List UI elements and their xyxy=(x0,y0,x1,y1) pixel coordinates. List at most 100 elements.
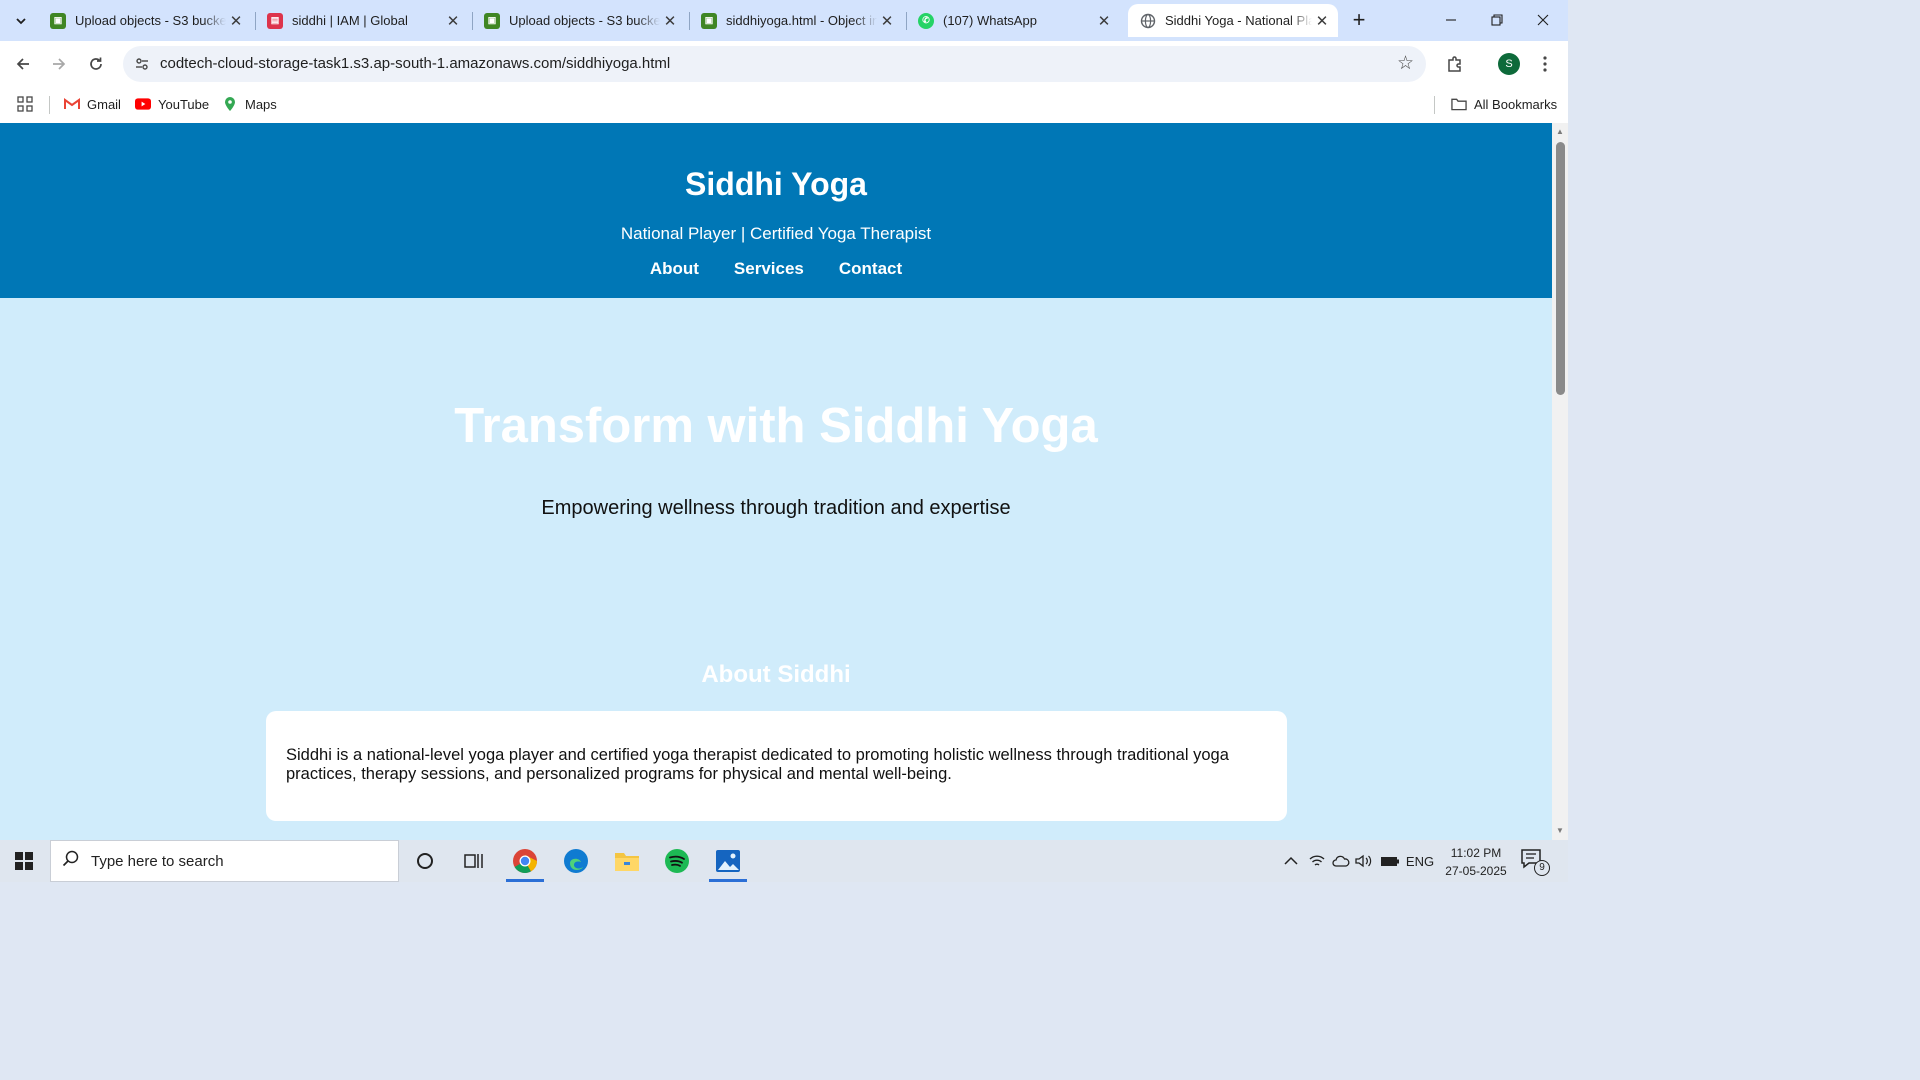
taskbar-edge[interactable] xyxy=(551,840,601,882)
photos-icon xyxy=(716,850,740,872)
system-clock[interactable]: 11:02 PM 27-05-2025 xyxy=(1436,844,1516,880)
close-icon[interactable]: ✕ xyxy=(877,12,897,30)
hero-subtitle: Empowering wellness through tradition an… xyxy=(541,497,1011,519)
chevron-up-icon xyxy=(1284,856,1298,865)
bookmark-label: Gmail xyxy=(87,96,121,112)
taskbar-search-box[interactable]: Type here to search xyxy=(50,840,399,882)
tab-iam[interactable]: ▤ siddhi | IAM | Global ✕ xyxy=(255,4,469,37)
site-title: Siddhi Yoga xyxy=(685,166,867,202)
close-icon[interactable]: ✕ xyxy=(443,12,463,30)
tab-search-button[interactable] xyxy=(7,7,35,35)
address-bar[interactable]: codtech-cloud-storage-task1.s3.ap-south-… xyxy=(123,46,1426,82)
scroll-up-icon[interactable]: ▲ xyxy=(1555,127,1565,137)
tab-title: Upload objects - S3 bucket xyxy=(509,13,660,28)
scroll-down-icon[interactable]: ▼ xyxy=(1555,826,1565,836)
taskbar-chrome[interactable] xyxy=(500,840,550,882)
close-icon[interactable]: ✕ xyxy=(660,12,680,30)
tab-upload-objects-1[interactable]: ▣ Upload objects - S3 bucket ✕ xyxy=(38,4,252,37)
tab-title: Siddhi Yoga - National Player xyxy=(1165,13,1312,28)
profile-avatar[interactable]: S xyxy=(1498,53,1520,75)
about-heading: About Siddhi xyxy=(701,661,851,688)
hero-title: Transform with Siddhi Yoga xyxy=(454,399,1098,453)
close-icon xyxy=(1537,14,1549,26)
url-text: codtech-cloud-storage-task1.s3.ap-south-… xyxy=(160,55,671,72)
nav-link-contact[interactable]: Contact xyxy=(839,259,902,279)
forward-button[interactable] xyxy=(44,49,74,79)
taskbar-file-explorer[interactable] xyxy=(602,840,652,882)
site-subtitle: National Player | Certified Yoga Therapi… xyxy=(620,224,932,243)
bookmark-label: Maps xyxy=(245,96,277,112)
tab-object[interactable]: ▣ siddhiyoga.html - Object in ✕ xyxy=(689,4,903,37)
folder-icon xyxy=(1451,96,1467,112)
notification-count-badge: 9 xyxy=(1534,860,1550,876)
puzzle-icon xyxy=(1448,56,1461,72)
menu-button[interactable] xyxy=(1530,49,1560,79)
close-icon[interactable]: ✕ xyxy=(1312,12,1332,30)
nav-link-about[interactable]: About xyxy=(650,259,699,279)
bookmark-youtube[interactable]: YouTube xyxy=(135,94,209,114)
tab-whatsapp[interactable]: ✆ (107) WhatsApp ✕ xyxy=(906,4,1120,37)
site-nav: About Services Contact xyxy=(0,259,1552,279)
bookmark-divider xyxy=(1434,96,1435,114)
close-icon[interactable]: ✕ xyxy=(226,12,246,30)
youtube-icon xyxy=(135,96,151,112)
apps-grid-icon xyxy=(17,96,33,112)
bookmark-maps[interactable]: Maps xyxy=(222,94,277,114)
bookmark-divider xyxy=(49,96,50,114)
edge-icon xyxy=(564,849,588,873)
language-indicator[interactable]: ENG xyxy=(1404,840,1436,882)
bookmark-gmail[interactable]: Gmail xyxy=(64,94,121,114)
scrollbar-thumb[interactable] xyxy=(1556,142,1565,395)
minimize-icon xyxy=(1446,19,1456,21)
onedrive-status[interactable] xyxy=(1330,840,1352,882)
network-status[interactable] xyxy=(1306,840,1328,882)
notification-center-button[interactable]: 9 xyxy=(1520,848,1552,876)
tab-title: Upload objects - S3 bucket xyxy=(75,13,226,28)
volume-control[interactable] xyxy=(1353,840,1375,882)
close-window-button[interactable] xyxy=(1520,0,1566,40)
folder-icon xyxy=(615,853,639,871)
iam-icon: ▤ xyxy=(267,12,283,29)
site-settings-icon[interactable] xyxy=(131,53,153,75)
taskbar-spotify[interactable] xyxy=(652,840,702,882)
windows-taskbar: Type here to search ENG 11:02 PM 27-05-2… xyxy=(0,840,1568,882)
search-icon xyxy=(51,850,91,873)
reload-button[interactable] xyxy=(81,49,111,79)
search-placeholder: Type here to search xyxy=(91,852,224,870)
tab-siddhi-yoga[interactable]: Siddhi Yoga - National Player ✕ xyxy=(1128,4,1338,37)
task-view-button[interactable] xyxy=(449,840,499,882)
tab-upload-objects-2[interactable]: ▣ Upload objects - S3 bucket ✕ xyxy=(472,4,686,37)
all-bookmarks-button[interactable]: All Bookmarks xyxy=(1451,94,1557,114)
whatsapp-icon: ✆ xyxy=(918,12,934,29)
bookmark-star-icon[interactable]: ☆ xyxy=(1397,52,1414,75)
nav-link-services[interactable]: Services xyxy=(734,259,804,279)
arrow-right-icon xyxy=(53,58,66,70)
new-tab-button[interactable]: + xyxy=(1346,8,1372,34)
tab-strip: ▣ Upload objects - S3 bucket ✕ ▤ siddhi … xyxy=(0,0,1568,41)
minimize-button[interactable] xyxy=(1428,0,1474,40)
reload-icon xyxy=(90,57,102,70)
battery-status[interactable] xyxy=(1378,840,1402,882)
tab-title: siddhiyoga.html - Object in xyxy=(726,13,877,28)
tab-title: siddhi | IAM | Global xyxy=(292,13,408,28)
extensions-button[interactable] xyxy=(1440,49,1470,79)
close-icon[interactable]: ✕ xyxy=(1094,12,1114,30)
s3-icon: ▣ xyxy=(701,12,717,29)
back-button[interactable] xyxy=(8,49,38,79)
more-vert-icon xyxy=(1543,56,1547,72)
tab-title: (107) WhatsApp xyxy=(943,13,1037,28)
restore-button[interactable] xyxy=(1474,0,1520,40)
taskbar-photos[interactable] xyxy=(703,840,753,882)
cortana-circle-icon xyxy=(417,853,433,869)
about-card: Siddhi is a national-level yoga player a… xyxy=(266,711,1287,821)
cortana-button[interactable] xyxy=(400,840,450,882)
page-scrollbar[interactable]: ▲ ▼ xyxy=(1552,123,1568,840)
gmail-icon xyxy=(64,96,80,112)
wifi-icon xyxy=(1309,855,1325,866)
page-viewport: Siddhi Yoga National Player | Certified … xyxy=(0,123,1552,840)
tray-overflow-button[interactable] xyxy=(1280,840,1302,882)
start-button[interactable] xyxy=(0,840,48,882)
all-bookmarks-label: All Bookmarks xyxy=(1474,96,1558,112)
clock-time: 11:02 PM xyxy=(1450,846,1502,860)
apps-button[interactable] xyxy=(17,94,33,114)
